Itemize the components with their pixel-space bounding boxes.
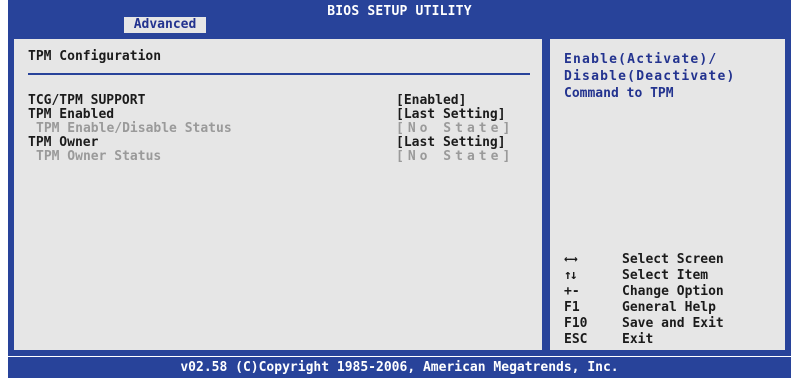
key-row-change-option: +- Change Option bbox=[564, 284, 784, 300]
key-description: Change Option bbox=[622, 284, 724, 299]
left-right-arrows-icon: ←→ bbox=[564, 252, 578, 267]
up-down-arrows-icon: ↑↓ bbox=[564, 268, 578, 283]
setting-value[interactable]: [Enabled] bbox=[396, 93, 466, 108]
setting-value: [No State] bbox=[396, 149, 515, 164]
setting-label: TPM Owner Status bbox=[36, 149, 162, 164]
setting-label: TCG/TPM SUPPORT bbox=[28, 93, 146, 108]
setting-value[interactable]: [Last Setting] bbox=[396, 135, 506, 150]
tab-advanced[interactable]: Advanced bbox=[124, 17, 206, 33]
setting-value: [No State] bbox=[396, 121, 515, 136]
header-bar: BIOS SETUP UTILITY Advanced bbox=[8, 0, 791, 33]
settings-panel: TPM Configuration TCG/TPM SUPPORT [Enabl… bbox=[12, 37, 544, 352]
setting-label: TPM Owner bbox=[28, 135, 99, 150]
key-label: F10 bbox=[564, 316, 588, 331]
setting-value[interactable]: [Last Setting] bbox=[396, 107, 506, 122]
help-text: Enable(Activate)/ Disable(Deactivate) Co… bbox=[564, 51, 784, 102]
key-row-select-item: ↑↓ Select Item bbox=[564, 268, 784, 284]
setting-label: TPM Enabled bbox=[28, 107, 115, 122]
setting-label: TPM Enable/Disable Status bbox=[36, 121, 232, 136]
key-label: +- bbox=[564, 284, 580, 299]
help-line: Command to TPM bbox=[564, 86, 674, 101]
help-line: Enable(Activate)/ bbox=[564, 52, 718, 67]
key-description: Select Screen bbox=[622, 252, 724, 267]
key-description: Save and Exit bbox=[622, 316, 724, 331]
key-row-general-help: F1 General Help bbox=[564, 300, 784, 316]
help-line: Disable(Deactivate) bbox=[564, 69, 736, 84]
bios-screen: BIOS SETUP UTILITY Advanced TPM Configur… bbox=[0, 0, 798, 378]
key-row-save-exit: F10 Save and Exit bbox=[564, 316, 784, 332]
main-body: TPM Configuration TCG/TPM SUPPORT [Enabl… bbox=[8, 33, 791, 356]
key-legend: ←→ Select Screen ↑↓ Select Item +- Chang… bbox=[564, 252, 784, 348]
section-title: TPM Configuration bbox=[28, 49, 162, 64]
key-label: F1 bbox=[564, 300, 580, 315]
setting-tpm-owner-status: TPM Owner Status [No State] bbox=[28, 149, 528, 165]
footer-bar: v02.58 (C)Copyright 1985-2006, American … bbox=[8, 357, 791, 378]
key-description: Select Item bbox=[622, 268, 709, 283]
key-label: ESC bbox=[564, 332, 588, 347]
key-row-select-screen: ←→ Select Screen bbox=[564, 252, 784, 268]
key-description: General Help bbox=[622, 300, 716, 315]
copyright-text: v02.58 (C)Copyright 1985-2006, American … bbox=[180, 360, 619, 375]
key-row-exit: ESC Exit bbox=[564, 332, 784, 348]
section-divider bbox=[28, 73, 530, 75]
help-panel: Enable(Activate)/ Disable(Deactivate) Co… bbox=[548, 37, 787, 352]
key-description: Exit bbox=[622, 332, 654, 347]
